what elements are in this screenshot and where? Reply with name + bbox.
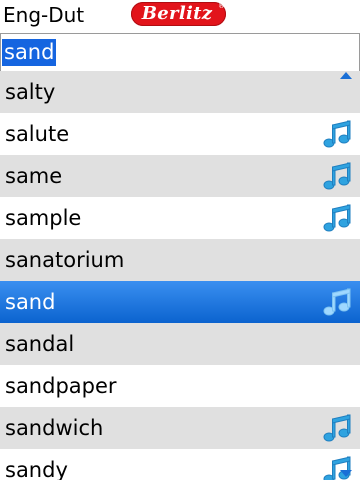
- list-item-label: sand: [5, 290, 56, 314]
- list-item-label: salute: [5, 122, 70, 146]
- music-note-icon[interactable]: [323, 203, 351, 233]
- list-item[interactable]: sandy: [0, 449, 360, 480]
- app-title: Eng-Dut: [3, 3, 85, 27]
- list-item-label: sanatorium: [5, 248, 125, 272]
- list-item-label: sandal: [5, 332, 75, 356]
- list-item[interactable]: sandwich: [0, 407, 360, 449]
- list-item[interactable]: sandal: [0, 323, 360, 365]
- list-item[interactable]: same: [0, 155, 360, 197]
- music-note-icon[interactable]: [323, 119, 351, 149]
- music-note-icon[interactable]: [323, 413, 351, 443]
- list-item-label: sandwich: [5, 416, 104, 440]
- music-note-icon[interactable]: [323, 287, 351, 317]
- list-item[interactable]: salute: [0, 113, 360, 155]
- list-item[interactable]: salty: [0, 71, 360, 113]
- scroll-up-arrow-icon[interactable]: [340, 72, 352, 79]
- scroll-down-arrow-icon[interactable]: [340, 470, 352, 477]
- logo-text: Berlitz: [141, 3, 213, 24]
- list-item-label: sandy: [5, 458, 68, 480]
- list-item[interactable]: sandpaper: [0, 365, 360, 407]
- list-item-selected[interactable]: sand: [0, 281, 360, 323]
- berlitz-logo: Berlitz ®: [131, 2, 226, 26]
- app-header: Eng-Dut Berlitz ®: [0, 0, 360, 32]
- search-input[interactable]: sand: [0, 33, 360, 72]
- list-item-label: sandpaper: [5, 374, 117, 398]
- list-item-label: salty: [5, 80, 56, 104]
- list-item[interactable]: sample: [0, 197, 360, 239]
- list-item-label: sample: [5, 206, 82, 230]
- music-note-icon[interactable]: [323, 161, 351, 191]
- list-item[interactable]: sanatorium: [0, 239, 360, 281]
- registered-mark: ®: [218, 2, 225, 10]
- word-list[interactable]: salty salute same sample sanatorium sand…: [0, 71, 360, 480]
- list-item-label: same: [5, 164, 63, 188]
- search-input-value[interactable]: sand: [2, 39, 57, 66]
